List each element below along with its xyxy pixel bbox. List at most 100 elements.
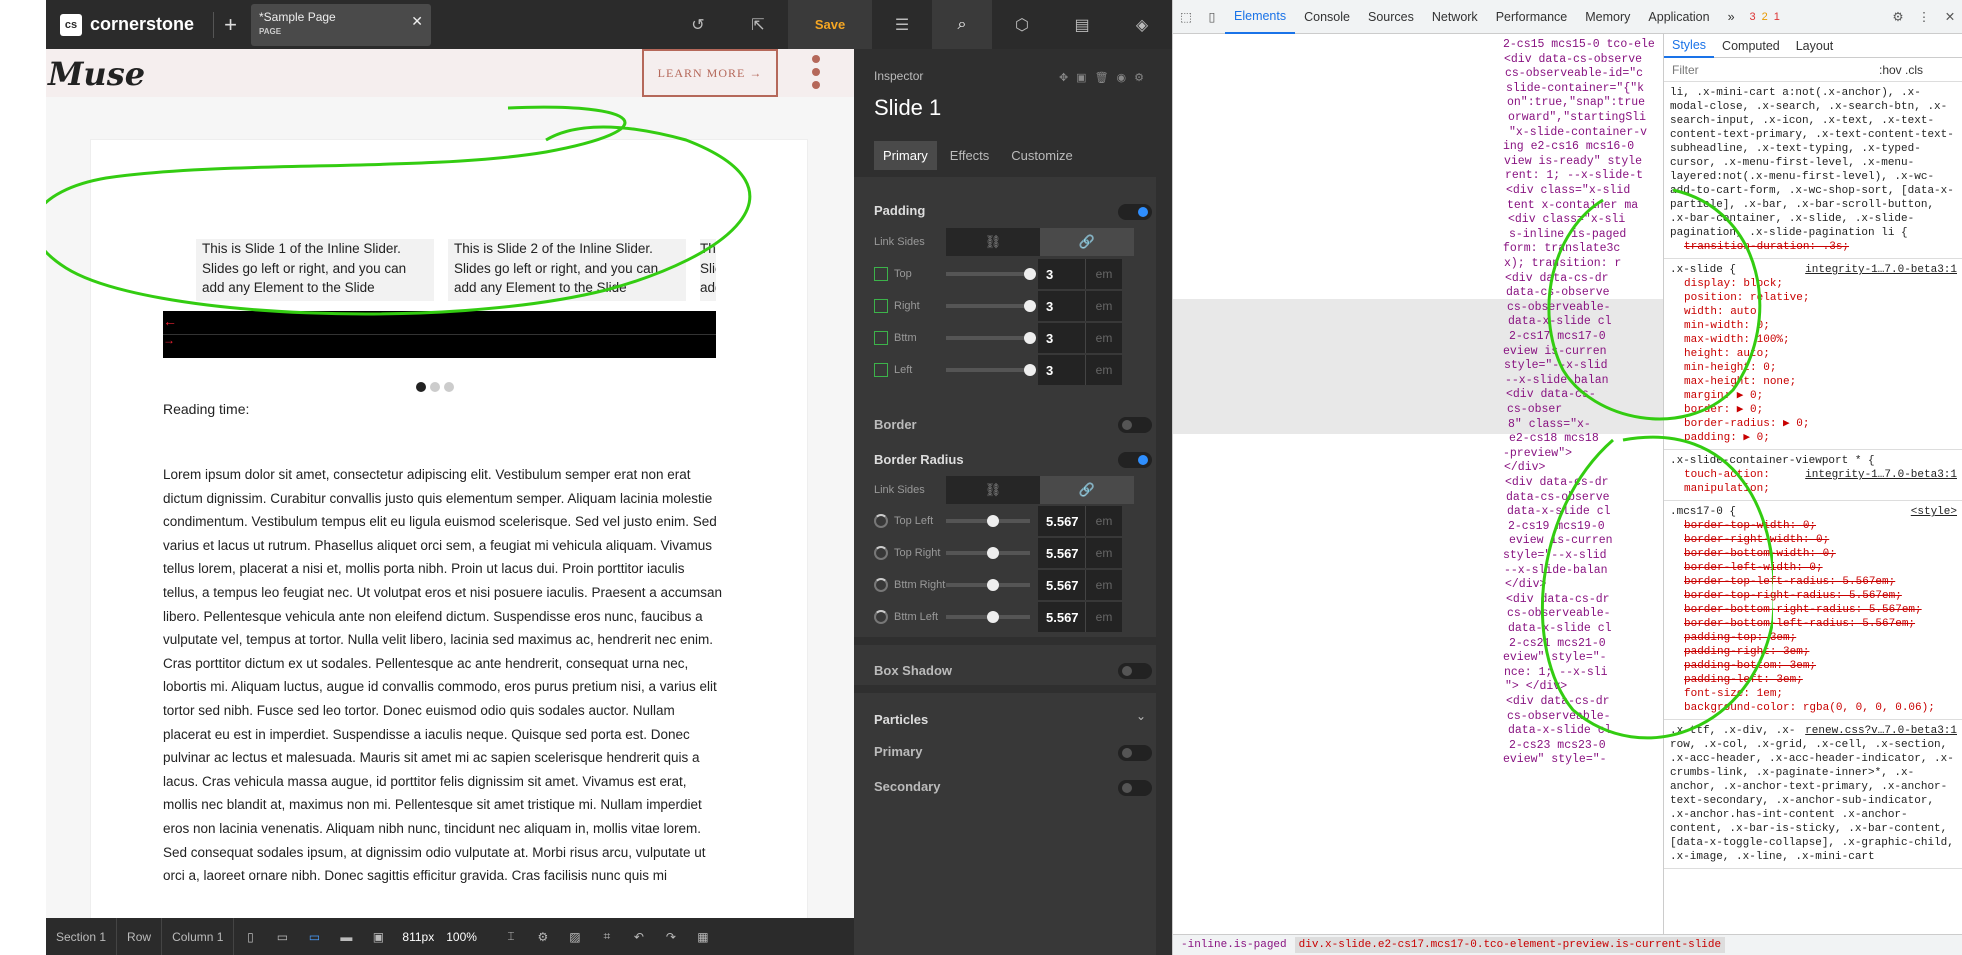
padding-left-slider[interactable] bbox=[946, 364, 1036, 376]
image-icon[interactable]: ▨ bbox=[559, 930, 591, 944]
pagination-dot[interactable] bbox=[430, 382, 440, 392]
unit-label[interactable]: em bbox=[1086, 538, 1122, 568]
history-icon[interactable]: ↺ bbox=[668, 0, 728, 49]
rule-viewport[interactable]: .x-slide-container-viewport * {integrity… bbox=[1664, 450, 1962, 501]
layers-list-icon[interactable]: ☰ bbox=[872, 0, 932, 49]
learn-more-button[interactable]: LEARN MORE → bbox=[642, 49, 778, 97]
dom-node-line[interactable]: orward","startingSli bbox=[1508, 111, 1646, 125]
rule-source[interactable]: integrity-1…7.0-beta3:1 bbox=[1805, 263, 1957, 277]
close-tab-icon[interactable]: ✕ bbox=[411, 13, 423, 30]
error-badge[interactable]: 3 bbox=[1750, 11, 1756, 23]
unit-label[interactable]: em bbox=[1086, 323, 1122, 353]
padding-right-slider[interactable] bbox=[946, 300, 1036, 312]
slider-knob[interactable] bbox=[1024, 300, 1036, 312]
padding-top-slider[interactable] bbox=[946, 268, 1036, 280]
dom-node-line[interactable]: --x-slide-balan bbox=[1505, 374, 1609, 388]
dom-node-line[interactable]: cs-obser bbox=[1507, 403, 1562, 417]
radius-bottom-left-input[interactable]: 5.567 bbox=[1038, 602, 1086, 632]
dom-node-line[interactable]: <div class="x-sli bbox=[1508, 213, 1625, 227]
inline-slider[interactable]: This is Slide 1 of the Inline Slider. Sl… bbox=[196, 239, 716, 301]
rule-x-slide[interactable]: .x-slide {integrity-1…7.0-beta3:1 displa… bbox=[1664, 259, 1962, 450]
menu-dots-icon[interactable] bbox=[812, 55, 820, 94]
code-icon[interactable]: ⌗ bbox=[591, 929, 623, 944]
dom-node-line[interactable]: tent x-container ma bbox=[1507, 199, 1638, 213]
radius-bottom-left-slider[interactable] bbox=[946, 611, 1030, 623]
more-tabs-icon[interactable]: » bbox=[1719, 0, 1744, 34]
dom-node-line[interactable]: view is-ready" style bbox=[1504, 155, 1642, 169]
rule-property-overridden[interactable]: border-right-width: 0; bbox=[1670, 533, 1957, 547]
rule-property[interactable]: height: auto; bbox=[1670, 347, 1957, 361]
elements-cube-icon[interactable]: ⬡ bbox=[992, 0, 1052, 49]
tab-elements[interactable]: Elements bbox=[1225, 0, 1296, 34]
dom-node-line[interactable]: cs-observeable- bbox=[1507, 607, 1611, 621]
rule-property-overridden[interactable]: padding-bottom: 3em; bbox=[1670, 659, 1957, 673]
dom-node-line[interactable]: cs-observeable-id="c bbox=[1505, 67, 1643, 81]
unit-label[interactable]: em bbox=[1086, 259, 1122, 289]
crumb-row[interactable]: Row bbox=[117, 918, 163, 955]
dom-node-line[interactable]: 2-cs21 mcs21-0 bbox=[1509, 637, 1606, 651]
slider-knob[interactable] bbox=[1024, 268, 1036, 280]
dom-node-line[interactable]: <div data-cs- bbox=[1506, 388, 1596, 402]
inspector-tools-icons[interactable]: ✥▣🗑◉⚙ bbox=[1059, 71, 1152, 84]
tab-network[interactable]: Network bbox=[1423, 0, 1487, 34]
padding-right-input[interactable]: 3 bbox=[1038, 291, 1086, 321]
slider-knob[interactable] bbox=[1024, 364, 1036, 376]
tablet-landscape-icon[interactable]: ▭ bbox=[298, 930, 330, 944]
unit-label[interactable]: em bbox=[1086, 602, 1122, 632]
rule-renew[interactable]: renew.css?v…7.0-beta3:1 .x-ttf, .x-div, .… bbox=[1664, 720, 1962, 869]
slide-2[interactable]: This is Slide 2 of the Inline Slider. Sl… bbox=[448, 239, 686, 301]
slider-knob[interactable] bbox=[987, 579, 1000, 591]
padding-bottom-slider[interactable] bbox=[946, 332, 1036, 344]
dom-node-line[interactable]: 2-cs23 mcs23-0 bbox=[1509, 739, 1606, 753]
dom-node-line[interactable]: 2-cs17 mcs17-0 bbox=[1509, 330, 1606, 344]
filter-input[interactable]: Filter bbox=[1672, 63, 1699, 77]
tab-effects[interactable]: Effects bbox=[941, 141, 999, 170]
rule-source[interactable]: <style> bbox=[1911, 505, 1957, 519]
tab-primary[interactable]: Primary bbox=[874, 141, 937, 170]
dom-node-line[interactable]: data-x-slide cl bbox=[1508, 315, 1612, 329]
dom-node-line[interactable]: <div data-cs-observe bbox=[1504, 53, 1642, 67]
inspect-element-icon[interactable]: ⬚ bbox=[1173, 0, 1199, 34]
rule-property-overridden[interactable]: border-top-right-radius: 5.567em; bbox=[1670, 589, 1957, 603]
link-icon[interactable]: 🔗 bbox=[1040, 228, 1134, 256]
dom-node-line[interactable]: </div> bbox=[1504, 461, 1545, 475]
dom-node-line[interactable]: <div data-cs-dr bbox=[1506, 695, 1610, 709]
tab-computed[interactable]: Computed bbox=[1714, 34, 1788, 58]
width-readout[interactable]: 811px bbox=[402, 930, 434, 944]
unit-label[interactable]: em bbox=[1086, 291, 1122, 321]
paint-roller-icon[interactable]: ⌶ bbox=[495, 929, 527, 944]
rule-property[interactable]: font-size: 1em; bbox=[1670, 687, 1957, 701]
issue-badges[interactable]: 3 2 1 bbox=[1750, 11, 1780, 23]
rule-property[interactable]: width: auto; bbox=[1670, 305, 1957, 319]
crumb-column[interactable]: Column 1 bbox=[162, 918, 235, 955]
dom-node-line[interactable]: --x-slide-balan bbox=[1504, 564, 1608, 578]
dom-node-line[interactable]: style="--x-slid bbox=[1504, 359, 1608, 373]
phone-view-icon[interactable]: ▯ bbox=[234, 930, 266, 944]
dom-node-line[interactable]: eview is-curren bbox=[1503, 345, 1607, 359]
dom-node-line[interactable]: data-x-slide cl bbox=[1507, 505, 1611, 519]
stack-icon[interactable]: ◈ bbox=[1112, 0, 1172, 49]
padding-bottom-input[interactable]: 3 bbox=[1038, 323, 1086, 353]
redo-icon[interactable]: ↷ bbox=[655, 930, 687, 944]
warning-badge[interactable]: 2 bbox=[1762, 11, 1768, 23]
document-tab[interactable]: *Sample Page PAGE ✕ bbox=[251, 3, 431, 46]
dom-node-line[interactable]: eview is-curren bbox=[1509, 534, 1613, 548]
dom-node-line[interactable]: 2-cs15 mcs15-0 tco-ele bbox=[1503, 38, 1655, 52]
dom-node-line[interactable]: style="--x-slid bbox=[1503, 549, 1607, 563]
rule-property-overridden[interactable]: padding-right: 3em; bbox=[1670, 645, 1957, 659]
laptop-view-icon[interactable]: ▬ bbox=[330, 930, 362, 944]
dom-node-line[interactable]: </div> bbox=[1505, 578, 1546, 592]
link-icon[interactable]: 🔗 bbox=[1040, 476, 1134, 504]
rule-property-overridden[interactable]: padding-left: 3em; bbox=[1670, 673, 1957, 687]
pagination-dot[interactable] bbox=[444, 382, 454, 392]
dom-node-line[interactable]: -preview"> bbox=[1503, 447, 1572, 461]
border-radius-toggle[interactable] bbox=[1118, 452, 1152, 468]
dom-node-line[interactable]: "> </div> bbox=[1505, 680, 1567, 694]
rule-property-overridden[interactable]: border-bottom-width: 0; bbox=[1670, 547, 1957, 561]
radius-bottom-right-input[interactable]: 5.567 bbox=[1038, 570, 1086, 600]
rule-property[interactable]: margin: ▶ 0; bbox=[1670, 389, 1957, 403]
rule-property[interactable]: background-color: rgba(0, 0, 0, 0.06); bbox=[1670, 701, 1957, 715]
zoom-readout[interactable]: 100% bbox=[446, 930, 477, 944]
dom-node-line[interactable]: on":true,"snap":true bbox=[1507, 96, 1645, 110]
rule-property[interactable]: transition-duration: .3s; bbox=[1670, 240, 1957, 254]
